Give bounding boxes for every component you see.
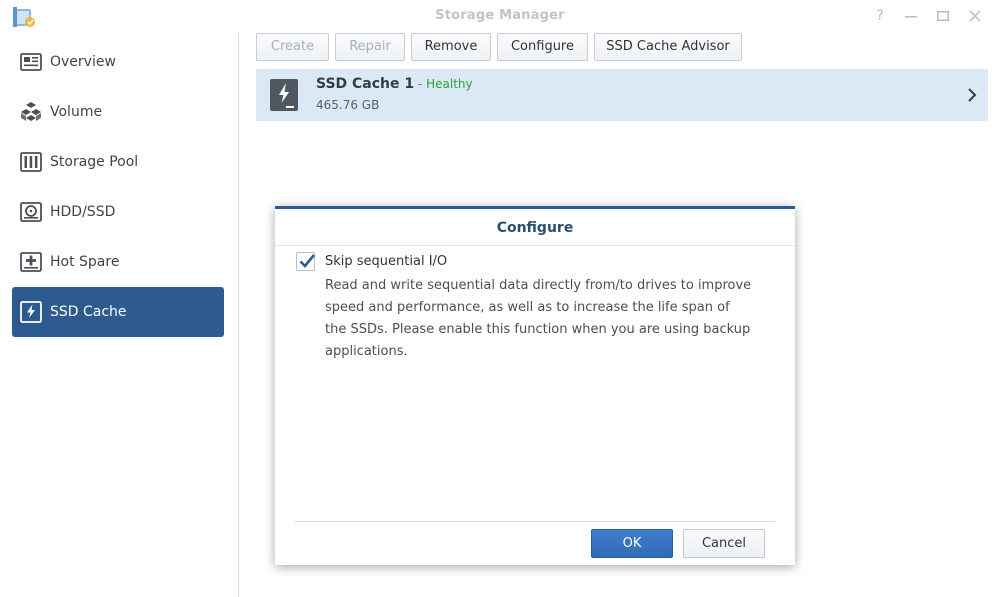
skip-sequential-io-checkbox[interactable] bbox=[296, 252, 316, 271]
cache-separator: - bbox=[414, 77, 427, 91]
close-icon[interactable] bbox=[966, 7, 984, 25]
configure-button[interactable]: Configure bbox=[497, 33, 588, 61]
chevron-right-icon[interactable] bbox=[966, 86, 978, 104]
checkbox-description: Read and write sequential data directly … bbox=[325, 278, 752, 359]
overview-icon bbox=[20, 51, 42, 73]
create-button[interactable]: Create bbox=[256, 33, 329, 61]
sidebar-item-storage-pool[interactable]: Storage Pool bbox=[12, 137, 224, 187]
cache-name: SSD Cache 1 bbox=[316, 76, 415, 92]
sidebar-item-label: Storage Pool bbox=[50, 154, 139, 170]
sidebar-item-label: Volume bbox=[50, 104, 103, 120]
status-badge: Healthy bbox=[426, 77, 473, 91]
dialog-title: Configure bbox=[496, 220, 574, 236]
help-icon[interactable]: ? bbox=[871, 7, 889, 25]
sidebar-item-label: Hot Spare bbox=[50, 254, 120, 270]
ssd-cache-list-item[interactable]: SSD Cache 1 - Healthy 465.76 GB bbox=[256, 69, 988, 121]
sidebar-item-hdd-ssd[interactable]: HDD/SSD bbox=[12, 187, 224, 237]
cache-size: 465.76 GB bbox=[316, 98, 380, 112]
divider bbox=[275, 245, 795, 246]
divider bbox=[295, 521, 775, 522]
sidebar: Overview Volume Storage Pool HDD/SSD Hot… bbox=[0, 33, 239, 597]
window-title: Storage Manager bbox=[435, 8, 565, 23]
sidebar-item-label: HDD/SSD bbox=[50, 204, 116, 220]
sidebar-item-hot-spare[interactable]: Hot Spare bbox=[12, 237, 224, 287]
ok-button[interactable]: OK bbox=[591, 529, 673, 558]
cancel-button[interactable]: Cancel bbox=[683, 529, 765, 558]
ssd-cache-icon bbox=[20, 301, 42, 323]
volume-icon bbox=[20, 101, 42, 123]
cache-title: SSD Cache 1 - Healthy bbox=[316, 76, 473, 92]
hdd-icon bbox=[20, 201, 42, 223]
sidebar-item-ssd-cache[interactable]: SSD Cache bbox=[12, 287, 224, 337]
repair-button[interactable]: Repair bbox=[335, 33, 405, 61]
ssd-drive-icon bbox=[270, 79, 298, 111]
sidebar-item-overview[interactable]: Overview bbox=[12, 37, 224, 87]
configure-dialog: Configure Skip sequential I/O Read and w… bbox=[275, 206, 795, 565]
remove-button[interactable]: Remove bbox=[411, 33, 491, 61]
storage-pool-icon bbox=[20, 151, 42, 173]
sidebar-item-label: Overview bbox=[50, 54, 116, 70]
sidebar-item-volume[interactable]: Volume bbox=[12, 87, 224, 137]
title-bar: Storage Manager ? bbox=[0, 0, 1000, 33]
sidebar-item-label: SSD Cache bbox=[50, 304, 127, 320]
hot-spare-icon bbox=[20, 251, 42, 273]
minimize-icon[interactable] bbox=[902, 7, 920, 25]
ssd-cache-advisor-button[interactable]: SSD Cache Advisor bbox=[594, 33, 742, 61]
checkbox-label[interactable]: Skip sequential I/O bbox=[325, 254, 447, 269]
maximize-icon[interactable] bbox=[934, 7, 952, 25]
